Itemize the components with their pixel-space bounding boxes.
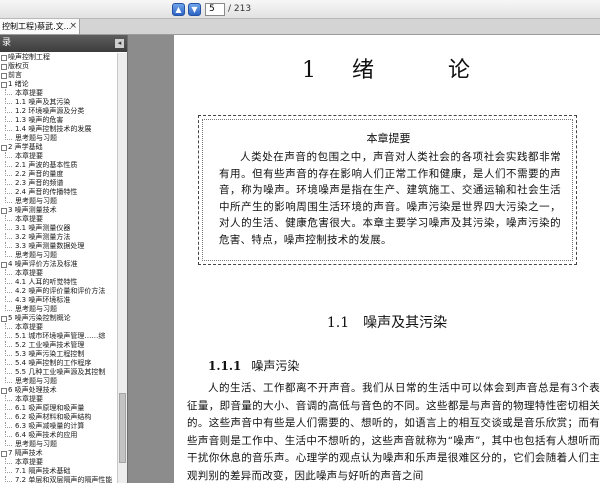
bookmark-item[interactable]: 2.3 声音的频谱: [0, 179, 118, 188]
page-number-input[interactable]: 5: [205, 3, 225, 16]
body-paragraph: 人的生活、工作都离不开声音。我们从日常的生活中可以体会到声音总是有3个表征量，即…: [187, 382, 600, 482]
bookmarks-sidebar: 录 ◂ 噪声控制工程 版权页 前言 1 绪论 本章提要 1.1 噪声及其污染 1.2 环境噪…: [0, 35, 128, 483]
sidebar-header: 录 ◂: [0, 35, 127, 52]
collapse-icon[interactable]: ◂: [115, 39, 124, 48]
bookmark-item[interactable]: 本章提要: [0, 89, 118, 98]
section-number: 1.1: [326, 315, 350, 331]
bookmark-item[interactable]: 1.3 噪声的危害: [0, 116, 118, 125]
bookmark-item[interactable]: 思考题与习题: [0, 197, 118, 206]
bookmark-item[interactable]: 7.2 单层和双层隔声的隔声性能: [0, 476, 118, 483]
bookmark-chapter[interactable]: 前言: [0, 71, 118, 80]
document-page: 1 绪 论 本章提要 人类处在声音的包围之中，声音对人类社会的各项社会实践都非常有用…: [174, 35, 600, 483]
bookmark-item[interactable]: 5.5 几种工业噪声源及其控制: [0, 368, 118, 377]
bookmark-item[interactable]: 3.3 噪声测量数据处理: [0, 242, 118, 251]
bookmark-item[interactable]: 4.3 噪声环境标准: [0, 296, 118, 305]
bookmark-item[interactable]: 本章提要: [0, 152, 118, 161]
bookmark-item[interactable]: 思考题与习题: [0, 251, 118, 260]
bookmark-chapter[interactable]: 3 噪声测量技术: [0, 206, 118, 215]
bookmark-chapter[interactable]: 版权页: [0, 62, 118, 71]
page-viewport[interactable]: 1 绪 论 本章提要 人类处在声音的包围之中，声音对人类社会的各项社会实践都非常有用…: [129, 35, 600, 483]
bookmark-item[interactable]: 2.1 声波的基本性质: [0, 161, 118, 170]
tab-strip: 控制工程)蔡武.文... ×: [0, 19, 600, 35]
document-tab[interactable]: 控制工程)蔡武.文... ×: [0, 19, 80, 35]
bookmark-item[interactable]: 思考题与习题: [0, 134, 118, 143]
bookmark-item[interactable]: 1.4 噪声控制技术的发展: [0, 125, 118, 134]
chapter-title-part2: 论: [448, 58, 473, 83]
arrow-down-icon[interactable]: ▼: [188, 3, 201, 16]
bookmark-item[interactable]: 4.2 噪声的评价量和评价方法: [0, 287, 118, 296]
abstract-box: 本章提要 人类处在声音的包围之中，声音对人类社会的各项社会实践都非常有用。但有些…: [198, 115, 577, 265]
bookmark-item[interactable]: 思考题与习题: [0, 305, 118, 314]
bookmark-chapter[interactable]: 6 吸声处理技术: [0, 386, 118, 395]
section-title: 噪声及其污染: [363, 315, 448, 331]
bookmark-item[interactable]: 6.4 吸声技术的应用: [0, 431, 118, 440]
bookmark-chapter[interactable]: 5 噪声污染控制概论: [0, 314, 118, 323]
bookmark-item[interactable]: 2.2 声音的量度: [0, 170, 118, 179]
subsection-title: 噪声污染: [251, 359, 300, 373]
page-total: / 213: [228, 4, 252, 14]
bookmark-chapter[interactable]: 4 噪声评价方法及标准: [0, 260, 118, 269]
abstract-title: 本章提要: [366, 132, 411, 145]
bookmark-chapter[interactable]: 噪声控制工程: [0, 53, 118, 62]
bookmark-chapter[interactable]: 1 绪论: [0, 80, 118, 89]
arrow-up-icon[interactable]: ▲: [172, 3, 185, 16]
section-heading: 1.1 噪声及其污染: [174, 312, 600, 332]
bookmark-item[interactable]: 5.4 噪声控制的工作程序: [0, 359, 118, 368]
bookmark-item[interactable]: 3.1 噪声测量仪器: [0, 224, 118, 233]
bookmark-item[interactable]: 本章提要: [0, 395, 118, 404]
bookmark-item[interactable]: 6.1 吸声原理和吸声量: [0, 404, 118, 413]
bookmark-item[interactable]: 6.3 吸声减噪量的计算: [0, 422, 118, 431]
chapter-title-part1: 绪: [351, 58, 376, 83]
toolbar: ▲ ▼ 5 / 213: [0, 0, 600, 19]
chapter-number: 1: [301, 58, 318, 83]
document-tab-label: 控制工程)蔡武.文...: [2, 22, 72, 31]
close-icon[interactable]: ×: [69, 19, 77, 34]
bookmark-item[interactable]: 本章提要: [0, 323, 118, 332]
bookmark-item[interactable]: 4.1 人耳的听觉特性: [0, 278, 118, 287]
bookmark-item[interactable]: 1.1 噪声及其污染: [0, 98, 118, 107]
bookmark-item[interactable]: 本章提要: [0, 458, 118, 467]
bookmark-item[interactable]: 2.4 声音的传播特性: [0, 188, 118, 197]
bookmark-item[interactable]: 3.2 噪声测量方法: [0, 233, 118, 242]
abstract-text: 人类处在声音的包围之中，声音对人类社会的各项社会实践都非常有用。但有些声音的存在…: [219, 151, 561, 246]
bookmark-item[interactable]: 本章提要: [0, 269, 118, 278]
subsection-heading: 1.1.1 噪声污染: [208, 357, 299, 374]
bookmark-item[interactable]: 7.1 隔声技术基础: [0, 467, 118, 476]
scrollbar-thumb[interactable]: [119, 393, 126, 463]
bookmark-item[interactable]: 5.1 城市环境噪声管理……综: [0, 332, 118, 341]
bookmark-chapter[interactable]: 2 声学基础: [0, 143, 118, 152]
bookmark-item[interactable]: 思考题与习题: [0, 377, 118, 386]
chapter-heading: 1 绪 论: [174, 52, 600, 84]
bookmark-item[interactable]: 5.2 工业噪声技术管理: [0, 341, 118, 350]
bookmark-item[interactable]: 5.3 噪声污染工程控制: [0, 350, 118, 359]
bookmark-item[interactable]: 本章提要: [0, 215, 118, 224]
sidebar-title: 录: [2, 38, 12, 48]
bookmark-item[interactable]: 思考题与习题: [0, 440, 118, 449]
sidebar-scrollbar[interactable]: [117, 53, 127, 483]
subsection-number: 1.1.1: [208, 359, 242, 373]
bookmark-item[interactable]: 6.2 吸声材料和吸声结构: [0, 413, 118, 422]
bookmark-list: 噪声控制工程 版权页 前言 1 绪论 本章提要 1.1 噪声及其污染 1.2 环境噪声源及分…: [0, 53, 118, 483]
bookmark-item[interactable]: 1.2 环境噪声源及分类: [0, 107, 118, 116]
bookmark-chapter[interactable]: 7 隔声技术: [0, 449, 118, 458]
